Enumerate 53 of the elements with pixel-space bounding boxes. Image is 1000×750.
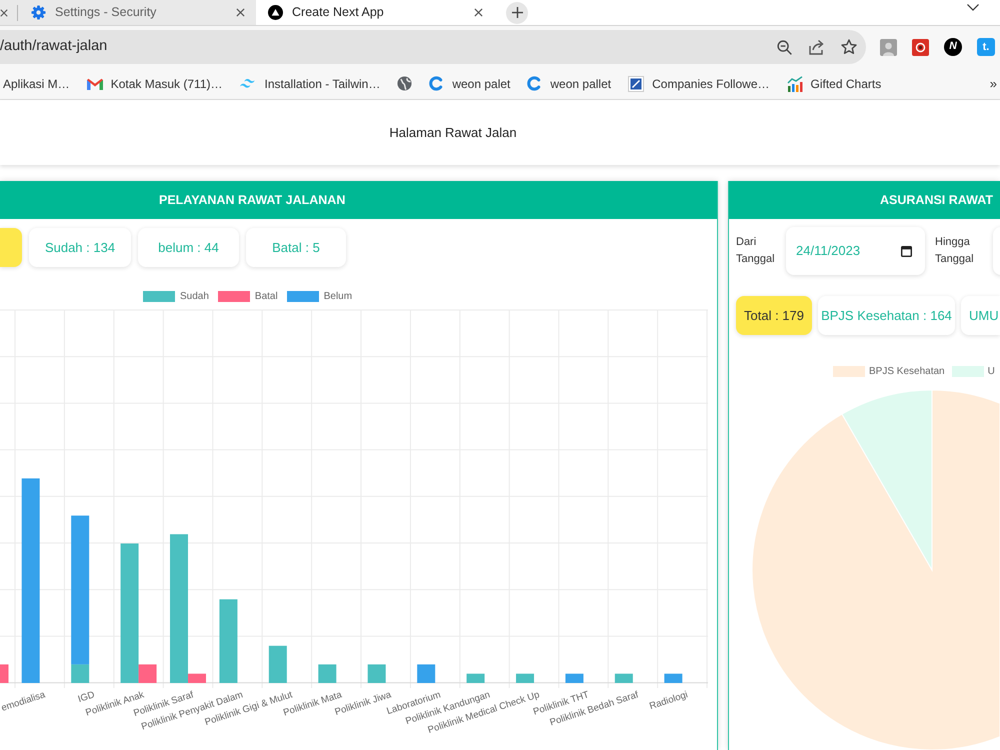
bookmark[interactable]: Gifted Charts xyxy=(786,74,882,92)
bar xyxy=(417,664,436,683)
close-icon[interactable] xyxy=(236,8,245,17)
field-label: Hingga Tanggal xyxy=(935,235,975,267)
filter-button[interactable]: Total : 179 xyxy=(736,296,812,335)
more-bookmarks-button[interactable]: » xyxy=(990,74,997,94)
share-icon[interactable] xyxy=(809,39,825,55)
bookmark[interactable]: Aplikasi M… xyxy=(3,74,70,92)
star-icon[interactable] xyxy=(841,39,857,55)
calendar-icon[interactable] xyxy=(901,245,912,257)
field-label: Dari Tanggal xyxy=(736,235,776,267)
bar xyxy=(318,664,336,683)
legend-label: U xyxy=(988,364,995,378)
page-title: Halaman Rawat Jalan xyxy=(388,124,518,142)
bar xyxy=(0,664,8,683)
panel-header: PELAYANAN RAWAT JALANAN xyxy=(0,181,717,219)
square-logo-icon xyxy=(628,76,644,92)
triangle-logo-icon xyxy=(268,5,283,20)
bookmark[interactable]: weon pallet xyxy=(527,74,612,92)
address-bar[interactable]: /auth/rawat-jalan xyxy=(0,30,866,64)
plus-icon xyxy=(512,7,522,18)
bar xyxy=(516,674,534,683)
bookmark[interactable]: Kotak Masuk (711)… xyxy=(86,74,223,92)
bar xyxy=(268,646,287,683)
bar xyxy=(664,674,682,683)
ring-icon xyxy=(429,76,444,91)
bar xyxy=(368,664,386,683)
close-icon[interactable] xyxy=(474,8,483,17)
bookmark[interactable]: Installation - Tailwin… xyxy=(240,74,380,92)
bar xyxy=(614,674,633,683)
panel-header: ASURANSI RAWAT xyxy=(729,181,1000,219)
gear-icon xyxy=(31,5,46,20)
bar-chart-icon xyxy=(786,76,802,92)
tab[interactable]: Settings - Security xyxy=(18,0,256,25)
bookmark[interactable]: Companies Followe… xyxy=(628,74,770,92)
globe-icon xyxy=(397,76,412,91)
legend-label: Sudah xyxy=(180,290,209,304)
wave-icon xyxy=(240,78,257,89)
extension-button[interactable]: N xyxy=(944,38,962,56)
app-icon[interactable] xyxy=(912,38,929,56)
legend-label: Batal xyxy=(254,290,278,304)
zoom-out-icon[interactable] xyxy=(777,40,792,54)
close-icon[interactable] xyxy=(0,8,8,16)
legend-label: Belum xyxy=(324,290,352,304)
bookmark[interactable] xyxy=(397,76,412,91)
bar xyxy=(565,674,584,683)
bookmark[interactable]: weon palet xyxy=(429,74,510,92)
bar xyxy=(466,674,485,683)
chevron-down-icon[interactable] xyxy=(967,4,979,11)
legend-label: BPJS Kesehatan xyxy=(869,364,945,378)
ring-icon xyxy=(527,76,542,91)
mail-icon xyxy=(86,78,103,90)
new-tab-button[interactable] xyxy=(506,2,528,24)
